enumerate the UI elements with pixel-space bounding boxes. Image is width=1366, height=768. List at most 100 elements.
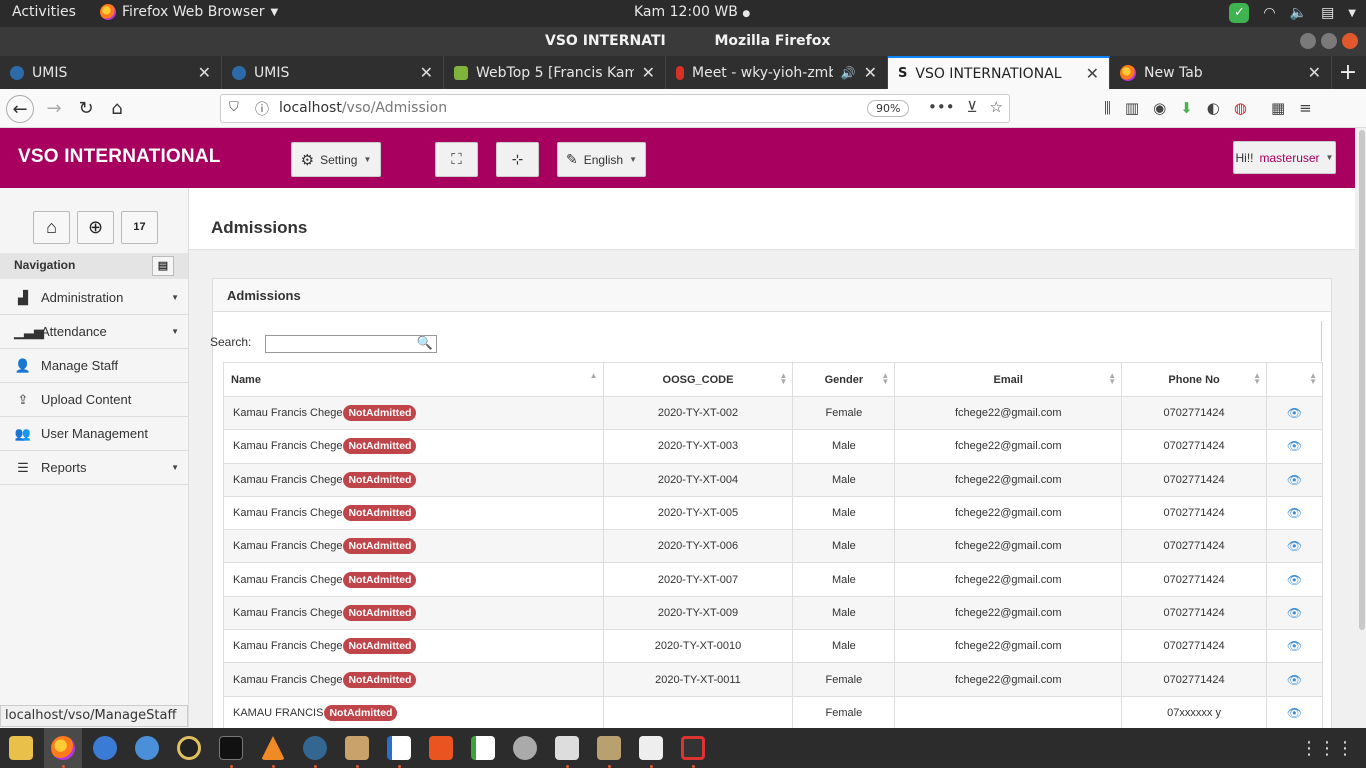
column-header-gender[interactable]: Gender ▲ ▼ — [792, 362, 896, 397]
sidebar-item-administration[interactable]: ▟ Administration ▼ — [0, 281, 188, 315]
close-icon[interactable] — [1342, 33, 1358, 49]
table-row[interactable]: Kamau Francis Chege NotAdmitted 2020-TY-XT… — [223, 595, 1323, 631]
table-row[interactable]: Kamau Francis Chege NotAdmitted 2020-TY-XT… — [223, 462, 1323, 497]
zoom-badge[interactable]: 90% — [867, 100, 910, 117]
setting-button[interactable]: ⚙ Setting ▼ — [291, 142, 381, 177]
view-eye-icon[interactable]: 👁 — [1287, 639, 1302, 653]
close-tab-icon[interactable]: ✕ — [864, 63, 877, 82]
sidebar-item-upload-content[interactable]: ⇪ Upload Content — [0, 383, 188, 417]
extension-red-icon[interactable]: ◍ — [1234, 99, 1247, 117]
calc-icon[interactable] — [471, 736, 495, 760]
calendar-shortcut-button[interactable]: 17 — [121, 211, 158, 244]
collapse-sidebar-button[interactable]: ▤ — [152, 256, 174, 276]
help-shortcut-button[interactable]: ⊕ — [77, 211, 114, 244]
reload-button[interactable]: ↻ — [72, 95, 100, 123]
wifi-icon[interactable]: ◠ — [1263, 5, 1275, 21]
url-bar[interactable]: ⛉ ⓘ localhost/vso/Admission 90% ••• ⊻ ☆ — [220, 94, 1010, 123]
column-header-name[interactable]: Name ▲ — [223, 362, 604, 397]
archive-icon[interactable] — [345, 736, 369, 760]
help-dock-icon[interactable] — [93, 736, 117, 760]
more-actions-icon[interactable]: ••• — [928, 98, 955, 116]
url-text[interactable]: localhost/vso/Admission — [279, 100, 447, 116]
tab-webtop[interactable]: WebTop 5 [Francis Kama ✕ — [444, 56, 666, 89]
bookmark-star-icon[interactable]: ☆ — [990, 98, 1003, 116]
shield-icon[interactable]: ⛉ — [229, 100, 239, 115]
table-row[interactable]: KAMAU FRANCIS NotAdmitted Female 07xxxxxx y… — [223, 695, 1323, 730]
view-eye-icon[interactable]: 👁 — [1287, 573, 1302, 587]
minimize-icon[interactable] — [1300, 33, 1316, 49]
netbeans-icon[interactable] — [555, 736, 579, 760]
tab-vso-international[interactable]: S VSO INTERNATIONAL ✕ — [888, 56, 1110, 89]
app-menu[interactable]: Firefox Web Browser ▼ — [100, 4, 278, 20]
terminal-icon[interactable] — [219, 736, 243, 760]
menu-icon[interactable]: ≡ — [1299, 99, 1312, 117]
document-viewer-icon[interactable] — [639, 736, 663, 760]
view-eye-icon[interactable]: 👁 — [1287, 539, 1302, 553]
file-manager-icon[interactable] — [597, 736, 621, 760]
tab-umis-1[interactable]: UMIS ✕ — [0, 56, 222, 89]
exit-fullscreen-button[interactable]: ⊹ — [496, 142, 539, 177]
new-tab-button[interactable]: + — [1332, 56, 1364, 89]
table-row[interactable]: Kamau Francis Chege NotAdmitted 2020-TY-XT… — [223, 395, 1323, 431]
view-eye-icon[interactable]: 👁 — [1287, 473, 1302, 487]
close-tab-icon[interactable]: ✕ — [420, 63, 433, 82]
info-icon[interactable]: ⓘ — [255, 99, 269, 119]
clock[interactable]: Kam 12:00 WB ● — [634, 4, 750, 20]
home-shortcut-button[interactable]: ⌂ — [33, 211, 70, 244]
clipboard-icon[interactable]: ▤ — [1321, 5, 1334, 21]
extensions-icon[interactable]: ▦ — [1271, 99, 1285, 117]
forward-button[interactable]: → — [40, 95, 68, 123]
table-row[interactable]: Kamau Francis Chege NotAdmitted 2020-TY-XT… — [223, 495, 1323, 531]
user-menu-button[interactable]: Hi!! masteruser ▼ — [1233, 141, 1336, 174]
extension-icon[interactable]: ◐ — [1207, 99, 1220, 117]
table-row[interactable]: Kamau Francis Chege NotAdmitted 2020-TY-XT… — [223, 629, 1323, 664]
search-input[interactable]: 🔍 — [265, 335, 437, 353]
download-icon[interactable]: ⬇ — [1180, 99, 1193, 117]
pocket-icon[interactable]: ⊻ — [967, 98, 978, 116]
search-icon[interactable]: 🔍 — [417, 335, 433, 351]
activities-button[interactable]: Activities — [12, 4, 76, 20]
table-row[interactable]: Kamau Francis Chege NotAdmitted 2020-TY-XT… — [223, 429, 1323, 464]
volume-icon[interactable]: 🔈 — [1290, 5, 1307, 21]
text-editor-icon[interactable] — [9, 736, 33, 760]
table-row[interactable]: Kamau Francis Chege NotAdmitted 2020-TY-XT… — [223, 562, 1323, 597]
close-tab-icon[interactable]: ✕ — [198, 63, 211, 82]
view-eye-icon[interactable]: 👁 — [1287, 606, 1302, 620]
view-eye-icon[interactable]: 👁 — [1287, 706, 1302, 720]
close-tab-icon[interactable]: ✕ — [1086, 64, 1099, 83]
screen-recorder-icon[interactable] — [681, 736, 705, 760]
back-button[interactable]: ← — [6, 95, 34, 123]
tab-umis-2[interactable]: UMIS ✕ — [222, 56, 444, 89]
writer-icon[interactable] — [387, 736, 411, 760]
maximize-icon[interactable] — [1321, 33, 1337, 49]
firefox-dock-icon[interactable] — [51, 736, 75, 760]
library-icon[interactable]: ⫼ — [1104, 99, 1111, 117]
scrollbar-thumb[interactable] — [1359, 130, 1365, 630]
vlc-icon[interactable] — [261, 736, 285, 760]
table-row[interactable]: Kamau Francis Chege NotAdmitted 2020-TY-XT… — [223, 529, 1323, 564]
view-eye-icon[interactable]: 👁 — [1287, 406, 1302, 420]
check-badge-icon[interactable]: ✓ — [1229, 3, 1250, 23]
close-tab-icon[interactable]: ✕ — [1308, 63, 1321, 82]
settings-tools-icon[interactable] — [513, 736, 537, 760]
close-tab-icon[interactable]: ✕ — [642, 63, 655, 82]
view-eye-icon[interactable]: 👁 — [1287, 673, 1302, 687]
speaker-icon[interactable]: 🔊 — [841, 66, 856, 80]
view-eye-icon[interactable]: 👁 — [1287, 506, 1302, 520]
account-icon[interactable]: ◉ — [1153, 99, 1166, 117]
sidebar-item-user-management[interactable]: 👥 User Management — [0, 417, 188, 451]
tab-meet[interactable]: Meet - wky-yioh-zmb 🔊 ✕ — [666, 56, 888, 89]
sidebar-item-manage-staff[interactable]: 👤 Manage Staff — [0, 349, 188, 383]
sidebar-item-attendance[interactable]: ▁▃▅ Attendance ▼ — [0, 315, 188, 349]
table-row[interactable]: Kamau Francis Chege NotAdmitted 2020-TY-XT… — [223, 662, 1323, 697]
home-button[interactable]: ⌂ — [103, 95, 131, 123]
language-button[interactable]: ✎ English ▼ — [557, 142, 646, 177]
sidebar-icon[interactable]: ▥ — [1125, 99, 1139, 117]
fullscreen-button[interactable]: ⛶ — [435, 142, 478, 177]
column-header-oosg-code[interactable]: OOSG_CODE ▲ ▼ — [602, 362, 794, 397]
column-header-actions[interactable]: ▲ ▼ — [1266, 362, 1323, 397]
system-tray[interactable]: ✓ ◠ 🔈 ▤ ▼ — [1229, 3, 1356, 23]
tab-new-tab[interactable]: New Tab ✕ — [1110, 56, 1332, 89]
sidebar-item-reports[interactable]: ☰ Reports ▼ — [0, 451, 188, 485]
webcam-icon[interactable] — [177, 736, 201, 760]
